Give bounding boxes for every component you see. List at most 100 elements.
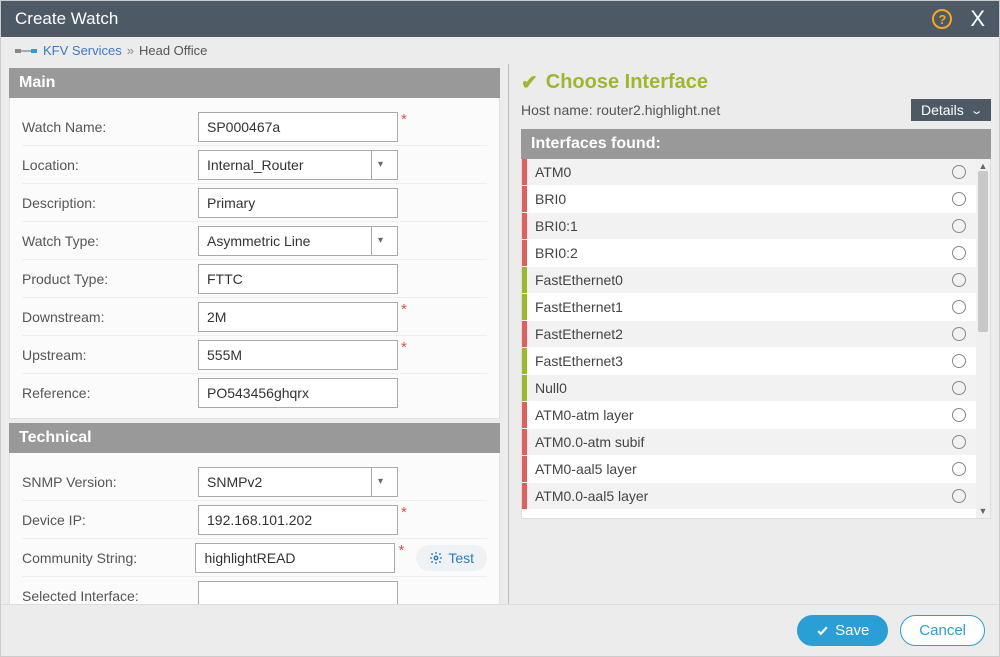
interface-radio[interactable] (952, 381, 966, 395)
upstream-label: Upstream: (22, 347, 198, 363)
interface-row[interactable]: BRI0:1 (522, 213, 976, 240)
status-bar (522, 186, 527, 212)
interface-radio[interactable] (952, 273, 966, 287)
interface-radio[interactable] (952, 462, 966, 476)
technical-section: SNMP Version: SNMPv2 ▾ Device IP: * (9, 453, 500, 604)
interface-name: ATM0 (535, 164, 952, 180)
test-button-label: Test (448, 550, 474, 566)
interface-row[interactable]: ATM0 (522, 159, 976, 186)
chevron-down-icon: ▾ (371, 468, 389, 496)
selected-interface-label: Selected Interface: (22, 588, 198, 604)
interface-row[interactable]: Null0 (522, 375, 976, 402)
interface-radio[interactable] (952, 408, 966, 422)
watch-name-input[interactable] (198, 112, 398, 142)
device-ip-row: Device IP: * (22, 501, 487, 539)
community-string-input[interactable] (195, 543, 395, 573)
interface-name: BRI0:2 (535, 245, 952, 261)
status-bar (522, 240, 527, 266)
interface-name: ATM0.0-atm subif (535, 434, 952, 450)
host-line: Host name: router2.highlight.net Details… (521, 99, 991, 121)
create-watch-dialog: Create Watch ? X KFV Services » Head Off… (0, 0, 1000, 657)
details-button[interactable]: Details ⌄ (911, 99, 991, 121)
interface-row[interactable]: ATM0.0-aal5 layer (522, 483, 976, 510)
snmp-version-select[interactable]: SNMPv2 ▾ (198, 467, 398, 497)
cancel-button[interactable]: Cancel (900, 615, 985, 646)
interface-radio[interactable] (952, 165, 966, 179)
chevron-down-icon: ⌄ (969, 104, 983, 117)
status-bar (522, 267, 527, 293)
product-type-input[interactable] (198, 264, 398, 294)
upstream-input[interactable] (198, 340, 398, 370)
details-button-label: Details (921, 102, 964, 118)
breadcrumb-location: Head Office (139, 43, 207, 58)
help-icon[interactable]: ? (932, 9, 952, 29)
breadcrumb: KFV Services » Head Office (1, 37, 999, 64)
status-bar (522, 456, 527, 482)
location-value: Internal_Router (207, 157, 304, 173)
interface-row[interactable]: BRI0 (522, 186, 976, 213)
product-type-row: Product Type: (22, 260, 487, 298)
downstream-label: Downstream: (22, 309, 198, 325)
status-bar (522, 159, 527, 185)
interface-radio[interactable] (952, 246, 966, 260)
test-button[interactable]: Test (416, 545, 487, 571)
interface-name: BRI0 (535, 191, 952, 207)
dialog-body: Main Watch Name: * Location: Internal_Ro… (1, 64, 999, 604)
interfaces-found-header: Interfaces found: (521, 129, 991, 159)
required-asterisk: * (401, 111, 407, 128)
status-bar (522, 483, 527, 509)
interface-row[interactable]: ATM0-aal5 layer (522, 456, 976, 483)
checkmark-icon: ✔ (521, 70, 538, 95)
interface-radio[interactable] (952, 354, 966, 368)
interface-radio[interactable] (952, 219, 966, 233)
device-ip-input[interactable] (198, 505, 398, 535)
choose-interface-heading: Choose Interface (546, 71, 708, 94)
dialog-title: Create Watch (15, 9, 932, 29)
scrollbar-thumb[interactable] (978, 171, 988, 332)
technical-section-header: Technical (9, 423, 500, 453)
interface-radio[interactable] (952, 435, 966, 449)
main-section: Watch Name: * Location: Internal_Router … (9, 98, 500, 419)
interface-row[interactable]: FastEthernet3 (522, 348, 976, 375)
downstream-input[interactable] (198, 302, 398, 332)
breadcrumb-org-link[interactable]: KFV Services (43, 43, 122, 58)
watch-type-select[interactable]: Asymmetric Line ▾ (198, 226, 398, 256)
interfaces-list[interactable]: ATM0BRI0BRI0:1BRI0:2FastEthernet0FastEth… (522, 159, 976, 518)
location-select[interactable]: Internal_Router ▾ (198, 150, 398, 180)
reference-input[interactable] (198, 378, 398, 408)
interface-row[interactable]: BRI0:2 (522, 240, 976, 267)
snmp-version-label: SNMP Version: (22, 474, 198, 490)
interface-radio[interactable] (952, 327, 966, 341)
interface-radio[interactable] (952, 300, 966, 314)
interface-row[interactable]: FastEthernet0 (522, 267, 976, 294)
choose-interface-header: ✔ Choose Interface (521, 70, 991, 95)
scrollbar-track[interactable] (976, 171, 990, 506)
interface-name: Null0 (535, 380, 952, 396)
status-bar (522, 429, 527, 455)
scrollbar[interactable]: ▲ ▼ (976, 159, 990, 518)
left-column: Main Watch Name: * Location: Internal_Ro… (1, 64, 509, 604)
save-button[interactable]: Save (797, 615, 888, 646)
interface-row[interactable]: ATM0-atm layer (522, 402, 976, 429)
interface-radio[interactable] (952, 489, 966, 503)
interface-row[interactable]: ATM0.0-atm subif (522, 429, 976, 456)
interface-row[interactable]: FastEthernet2 (522, 321, 976, 348)
description-row: Description: (22, 184, 487, 222)
interface-row[interactable]: FastEthernet1 (522, 294, 976, 321)
gear-icon (429, 551, 443, 565)
scroll-up-icon[interactable]: ▲ (979, 161, 988, 171)
status-bar (522, 348, 527, 374)
required-asterisk: * (401, 301, 407, 318)
description-input[interactable] (198, 188, 398, 218)
interface-name: FastEthernet3 (535, 353, 952, 369)
selected-interface-input[interactable] (198, 581, 398, 604)
required-asterisk: * (401, 339, 407, 356)
titlebar: Create Watch ? X (1, 1, 999, 37)
close-icon[interactable]: X (966, 6, 989, 32)
watch-name-row: Watch Name: * (22, 108, 487, 146)
save-button-label: Save (835, 622, 869, 639)
interface-radio[interactable] (952, 192, 966, 206)
upstream-row: Upstream: * (22, 336, 487, 374)
scroll-down-icon[interactable]: ▼ (979, 506, 988, 516)
interfaces-list-container: ATM0BRI0BRI0:1BRI0:2FastEthernet0FastEth… (521, 159, 991, 519)
